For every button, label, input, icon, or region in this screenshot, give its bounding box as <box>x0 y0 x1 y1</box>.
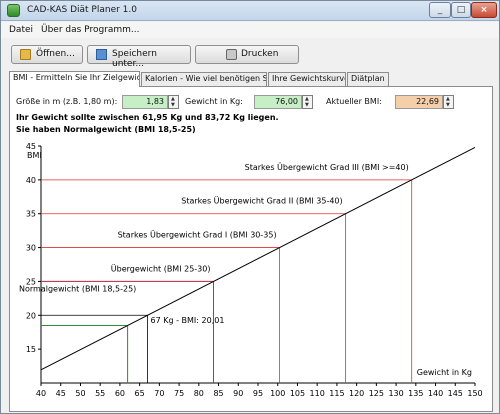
open-button-label: Öffnen... <box>36 49 75 59</box>
x-tick-label: 100 <box>270 389 285 398</box>
menu-datei[interactable]: Datei <box>9 25 33 35</box>
menu-about[interactable]: Über das Programm... <box>41 25 140 35</box>
height-spinner[interactable]: ▲ ▼ <box>168 95 179 109</box>
height-label: Größe in m (z.B. 1,80 m): <box>16 97 118 106</box>
weight-spinner[interactable]: ▲ ▼ <box>302 95 313 109</box>
open-button[interactable]: Öffnen... <box>11 45 83 64</box>
bmi-series-line <box>40 146 476 371</box>
folder-icon <box>20 49 31 60</box>
tab-diaetplan[interactable]: Diätplan <box>347 72 389 86</box>
x-tick-label: 45 <box>56 389 66 398</box>
tab-strip: BMI - Ermitteln Sie Ihr Zielgewicht Kalo… <box>9 71 493 87</box>
x-tick-label: 40 <box>36 389 46 398</box>
category-label: Starkes Übergewicht Grad II (BMI 35-40) <box>181 196 342 206</box>
x-tick-label: 125 <box>369 389 384 398</box>
x-tick-label: 110 <box>310 389 325 398</box>
save-as-button[interactable]: Speichern unter... <box>87 45 191 69</box>
y-tick-label: 45 <box>26 142 36 151</box>
maximize-button[interactable]: □ <box>451 2 471 18</box>
y-axis-title: BMI <box>27 151 42 160</box>
category-label: Starkes Übergewicht Grad I (BMI 30-35) <box>118 230 277 240</box>
y-tick-label: 30 <box>26 244 36 253</box>
x-tick-label: 50 <box>75 389 85 398</box>
normal-label: Normalgewicht (BMI 18,5-25) <box>19 284 136 293</box>
x-tick-label: 145 <box>448 389 463 398</box>
window-title: CAD-KAS Diät Planer 1.0 <box>27 5 137 15</box>
x-tick-label: 65 <box>135 389 145 398</box>
x-tick-label: 90 <box>233 389 243 398</box>
y-tick-label: 40 <box>26 176 36 185</box>
close-button[interactable]: × <box>471 2 497 18</box>
x-tick-label: 95 <box>253 389 263 398</box>
save-button-label: Speichern unter... <box>112 49 157 69</box>
x-tick-label: 80 <box>194 389 204 398</box>
app-icon <box>7 4 20 17</box>
print-button-label: Drucken <box>241 49 279 59</box>
x-tick-label: 135 <box>408 389 423 398</box>
bmi-panel: Größe in m (z.B. 1,80 m): 1,83 ▲ ▼ Gewich… <box>9 86 493 412</box>
result-line-2: Sie haben Normalgewicht (BMI 18,5-25) <box>16 125 196 134</box>
bmi-chart: 40 45 50 55 60 65 70 75 80 85 90 95 100 105 110 115 120 1… <box>19 142 483 398</box>
app-window: CAD-KAS Diät Planer 1.0 _ □ × Datei Über… <box>0 0 500 414</box>
result-line-1: Ihr Gewicht sollte zwischen 61,95 Kg und… <box>16 113 279 122</box>
bmi-output: 22,69 <box>395 95 443 109</box>
x-axis-title: Gewicht in Kg <box>417 368 472 377</box>
x-tick-label: 150 <box>467 389 482 398</box>
x-tick-label: 55 <box>95 389 105 398</box>
bmi-label: Aktueller BMI: <box>326 97 382 106</box>
x-tick-label: 85 <box>213 389 223 398</box>
save-icon <box>96 49 107 60</box>
category-label: Starkes Übergewicht Grad III (BMI >=40) <box>245 162 409 172</box>
category-label: Übergewicht (BMI 25-30) <box>111 263 211 273</box>
y-tick-label: 15 <box>26 345 36 354</box>
title-bar: CAD-KAS Diät Planer 1.0 _ □ × <box>1 1 499 21</box>
x-tick-label: 60 <box>115 389 125 398</box>
current-label: 67 Kg - BMI: 20,01 <box>151 316 225 325</box>
x-tick-label: 140 <box>428 389 443 398</box>
tab-bmi[interactable]: BMI - Ermitteln Sie Ihr Zielgewicht <box>9 71 140 87</box>
minimize-button[interactable]: _ <box>429 2 451 18</box>
y-tick-label: 20 <box>26 311 36 320</box>
y-tick-label: 35 <box>26 210 36 219</box>
tab-gewichtskurve[interactable]: Ihre Gewichtskurve <box>268 72 346 86</box>
x-tick-label: 130 <box>388 389 403 398</box>
x-tick-label: 115 <box>329 389 344 398</box>
tab-kalorien[interactable]: Kalorien - Wie viel benötigen Sie? <box>141 72 267 86</box>
menu-bar: Datei Über das Programm... <box>1 22 499 38</box>
printer-icon <box>226 49 237 60</box>
x-tick-label: 120 <box>349 389 364 398</box>
toolbar: Öffnen... Speichern unter... Drucken <box>1 39 499 69</box>
x-tick-label: 70 <box>154 389 164 398</box>
x-tick-label: 105 <box>290 389 305 398</box>
height-input[interactable]: 1,83 <box>122 95 168 109</box>
weight-input[interactable]: 76,00 <box>254 95 302 109</box>
x-tick-label: 75 <box>174 389 184 398</box>
weight-label: Gewicht in Kg: <box>185 97 243 106</box>
bmi-spinner[interactable]: ▲ ▼ <box>443 95 454 109</box>
print-button[interactable]: Drucken <box>195 45 299 64</box>
